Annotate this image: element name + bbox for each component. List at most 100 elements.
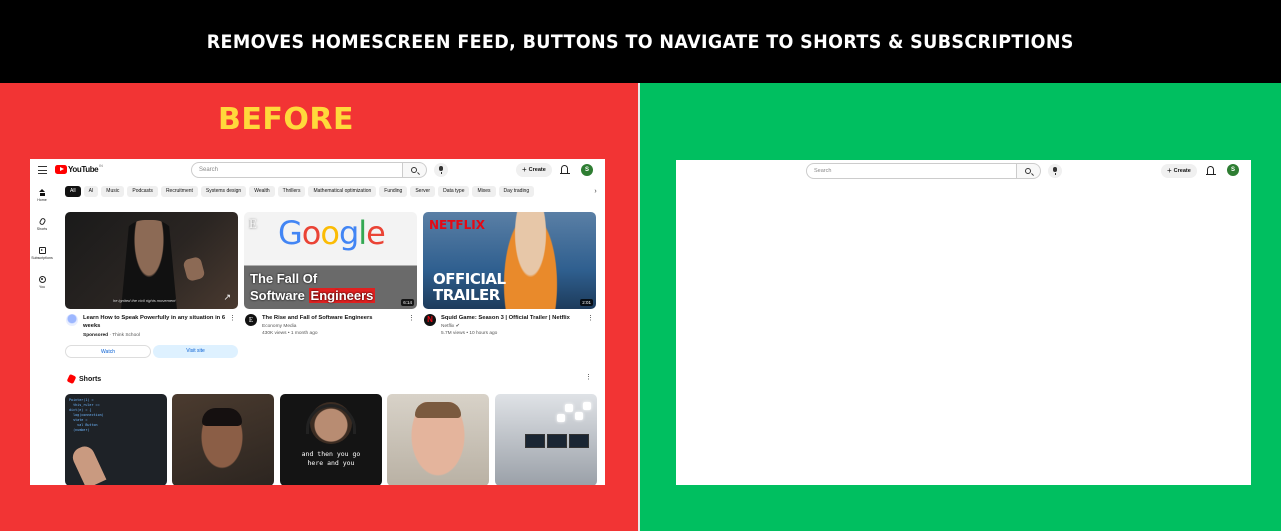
video-meta: 5.7M views • 10 hours ago: [441, 331, 498, 336]
chip[interactable]: Recruitment: [160, 186, 198, 197]
chip[interactable]: Thrillers: [277, 186, 306, 197]
channel-name[interactable]: Think School: [112, 333, 140, 338]
avatar[interactable]: S: [581, 164, 593, 176]
search-input[interactable]: Search: [191, 162, 403, 178]
shorts-heading-text: Shorts: [79, 375, 102, 383]
sidebar-item-subscriptions[interactable]: Subscriptions: [30, 247, 54, 260]
video-title[interactable]: Squid Game: Season 3 | Official Trailer …: [441, 314, 586, 322]
channel-avatar[interactable]: E: [245, 314, 257, 326]
logo-country: IN: [99, 163, 103, 168]
thumbnail-text-red: Engineers: [308, 288, 376, 303]
video-title[interactable]: The Rise and Fall of Software Engineers: [262, 314, 407, 322]
youtube-window-before: YouTube IN Search + Create S Home Shorts…: [30, 159, 605, 485]
short-thumbnail[interactable]: [495, 394, 597, 485]
video-meta: 430K views • 1 month ago: [262, 331, 318, 336]
thumbnail-text: The Fall Of: [250, 271, 318, 286]
notifications-bell-icon[interactable]: [559, 165, 570, 174]
plus-icon: +: [1167, 166, 1172, 175]
video-info: Learn How to Speak Powerfully in any sit…: [65, 314, 238, 344]
youtube-logo[interactable]: YouTube IN: [55, 163, 103, 174]
chip[interactable]: Wealth: [249, 186, 275, 197]
search-button[interactable]: [403, 162, 427, 178]
video-duration: 6:14: [401, 299, 414, 306]
chip[interactable]: Data type: [438, 186, 470, 197]
speaker-image: [121, 220, 177, 309]
top-banner: REMOVES HOMESCREEN FEED, BUTTONS TO NAVI…: [0, 0, 1281, 83]
home-icon: [38, 189, 46, 196]
hair-image: [202, 408, 242, 426]
youtube-play-icon: [55, 165, 67, 174]
chip[interactable]: Funding: [379, 186, 408, 197]
sidebar-item-you[interactable]: You: [30, 276, 54, 289]
create-button[interactable]: + Create: [1161, 164, 1197, 178]
chip[interactable]: Podcasts: [127, 186, 158, 197]
notifications-bell-icon[interactable]: [1205, 166, 1216, 175]
video-thumbnail[interactable]: E Google The Fall Of Software Engineers …: [244, 212, 417, 309]
channel-name[interactable]: Economy Media: [262, 324, 296, 329]
microphone-icon[interactable]: [434, 163, 448, 177]
video-info: N Squid Game: Season 3 | Official Traile…: [423, 314, 596, 344]
short-thumbnail[interactable]: Pointer(1) = this_ruler == dict(e) = { lo…: [65, 394, 167, 485]
more-options-icon[interactable]: ⋮: [585, 373, 592, 381]
channel-avatar[interactable]: [66, 314, 78, 326]
sidebar-item-label: Home: [37, 198, 47, 202]
sponsored-label: Sponsored: [83, 333, 109, 338]
video-thumbnail[interactable]: NETFLIX OFFICIAL TRAILER 2:01: [423, 212, 596, 309]
hexagon-light-image: [575, 412, 583, 420]
video-title[interactable]: Learn How to Speak Powerfully in any sit…: [83, 314, 228, 330]
more-options-icon[interactable]: ⋮: [587, 314, 594, 322]
category-chips: All AI Music Podcasts Recruitment System…: [65, 186, 535, 197]
chip[interactable]: Music: [101, 186, 125, 197]
chip[interactable]: AI: [83, 186, 99, 197]
search-button[interactable]: [1017, 163, 1041, 179]
video-thumbnail[interactable]: he ignited the civil rights movement ↗: [65, 212, 238, 309]
monitor-image: [547, 434, 567, 448]
chevron-right-icon[interactable]: ›: [590, 186, 601, 197]
avatar[interactable]: S: [1227, 164, 1239, 176]
channel-avatar[interactable]: N: [424, 314, 436, 326]
chip[interactable]: Server: [410, 186, 436, 197]
short-thumbnail[interactable]: and then you go here and you: [280, 394, 382, 485]
banner-headline: REMOVES HOMESCREEN FEED, BUTTONS TO NAVI…: [206, 30, 1075, 53]
more-options-icon[interactable]: ⋮: [229, 314, 236, 322]
chip-all[interactable]: All: [65, 186, 81, 197]
chip[interactable]: Mathematical optimization: [308, 186, 377, 197]
subscriptions-icon: [38, 247, 46, 254]
ad-watch-button[interactable]: Watch: [65, 345, 151, 358]
shorts-icon: [38, 217, 46, 226]
ad-visit-site-button[interactable]: Visit site: [153, 345, 238, 358]
microphone-icon[interactable]: [1048, 164, 1062, 178]
google-wordmark: Google: [278, 214, 386, 252]
thumbnail-text: Software Engineers: [250, 288, 376, 303]
hexagon-light-image: [557, 414, 565, 422]
hand-image: [182, 256, 206, 282]
chip[interactable]: Systems design: [200, 186, 247, 197]
sidebar-item-home[interactable]: Home: [30, 189, 54, 202]
shorts-logo-icon: [66, 373, 77, 385]
monitor-image: [525, 434, 545, 448]
menu-icon[interactable]: [38, 166, 47, 174]
hexagon-light-image: [565, 404, 573, 412]
sidebar-item-shorts[interactable]: Shorts: [30, 217, 54, 231]
doll-image: [503, 212, 558, 309]
sidebar-item-label: Subscriptions: [31, 256, 53, 260]
create-button[interactable]: + Create: [516, 163, 552, 177]
sidebar-item-label: Shorts: [36, 227, 48, 231]
thumbnail-text-white: Software: [250, 288, 305, 303]
sidebar-item-label: You: [38, 285, 46, 289]
create-label: Create: [1173, 168, 1191, 174]
channel-name[interactable]: Netflix ✔: [441, 324, 460, 329]
headset-image: [306, 404, 356, 434]
short-thumbnail[interactable]: [172, 394, 274, 485]
code-screen-image: Pointer(1) = this_ruler == dict(e) = { lo…: [69, 398, 104, 432]
chip[interactable]: Mixes: [472, 186, 496, 197]
before-label: BEFORE: [218, 102, 354, 137]
thumbnail-text: TRAILER: [433, 286, 500, 304]
you-icon: [38, 276, 46, 283]
channel-watermark: E: [249, 216, 257, 231]
monitor-image: [569, 434, 589, 448]
search-input[interactable]: Search: [806, 163, 1017, 179]
more-options-icon[interactable]: ⋮: [408, 314, 415, 322]
short-thumbnail[interactable]: [387, 394, 489, 485]
chip[interactable]: Day trading: [498, 186, 535, 197]
